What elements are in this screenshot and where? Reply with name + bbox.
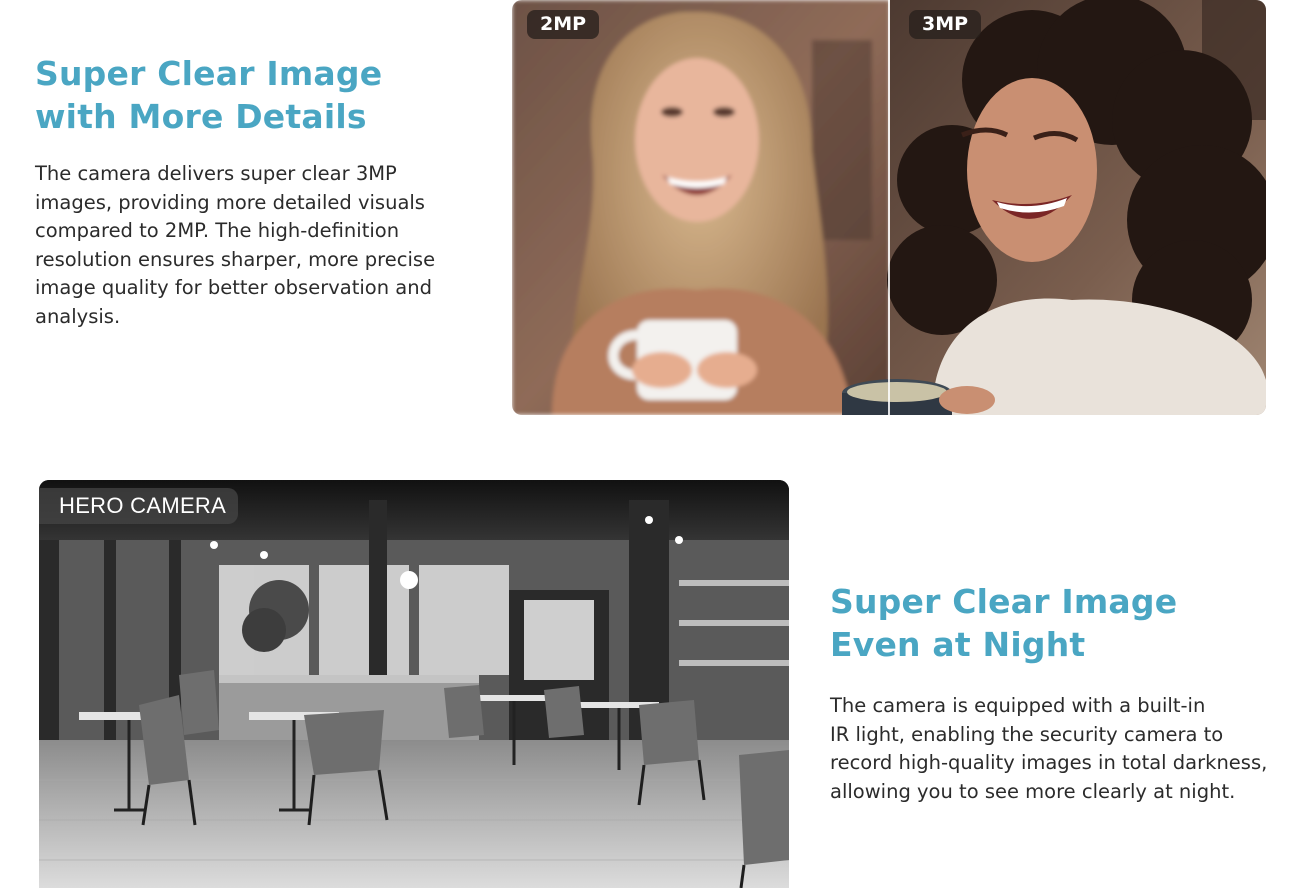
resolution-badge-2mp: 2MP: [527, 10, 600, 39]
section-description-detail: The camera delivers super clear 3MP imag…: [35, 160, 435, 332]
heading-line: Even at Night: [830, 625, 1086, 664]
description-line: The camera delivers super clear 3MP: [35, 162, 397, 185]
camera-brand-label: HERO CAMERA: [39, 488, 239, 524]
description-line: allowing you to see more clearly at nigh…: [830, 779, 1236, 803]
description-line: image quality for better observation and: [35, 276, 432, 300]
photo-2mp: [512, 0, 890, 415]
section-heading-detail: Super Clear Image with More Details: [35, 52, 382, 138]
resolution-comparison-image: 2MP 3MP: [512, 0, 1266, 415]
heading-line: Super Clear Image: [830, 582, 1178, 621]
description-line: The camera is equipped with a built-in: [830, 694, 1206, 717]
description-line: compared to 2MP. The high-definition: [35, 219, 400, 243]
night-vision-image: HERO CAMERA: [39, 480, 789, 888]
section-heading-night: Super Clear Image Even at Night: [830, 580, 1177, 666]
description-line: images, providing more detailed visuals: [35, 190, 425, 214]
heading-line: with More Details: [35, 97, 367, 136]
description-line: resolution ensures sharper, more precise: [35, 247, 436, 271]
comparison-divider: [888, 0, 890, 415]
description-line: IR light, enabling the security camera t…: [830, 722, 1224, 746]
description-line: record high-quality images in total dark…: [830, 751, 1268, 775]
resolution-badge-3mp: 3MP: [909, 10, 982, 39]
section-description-night: The camera is equipped with a built-in I…: [830, 692, 1267, 806]
heading-line: Super Clear Image: [35, 54, 383, 93]
description-line: analysis.: [35, 304, 121, 328]
photo-3mp: [842, 0, 1266, 415]
